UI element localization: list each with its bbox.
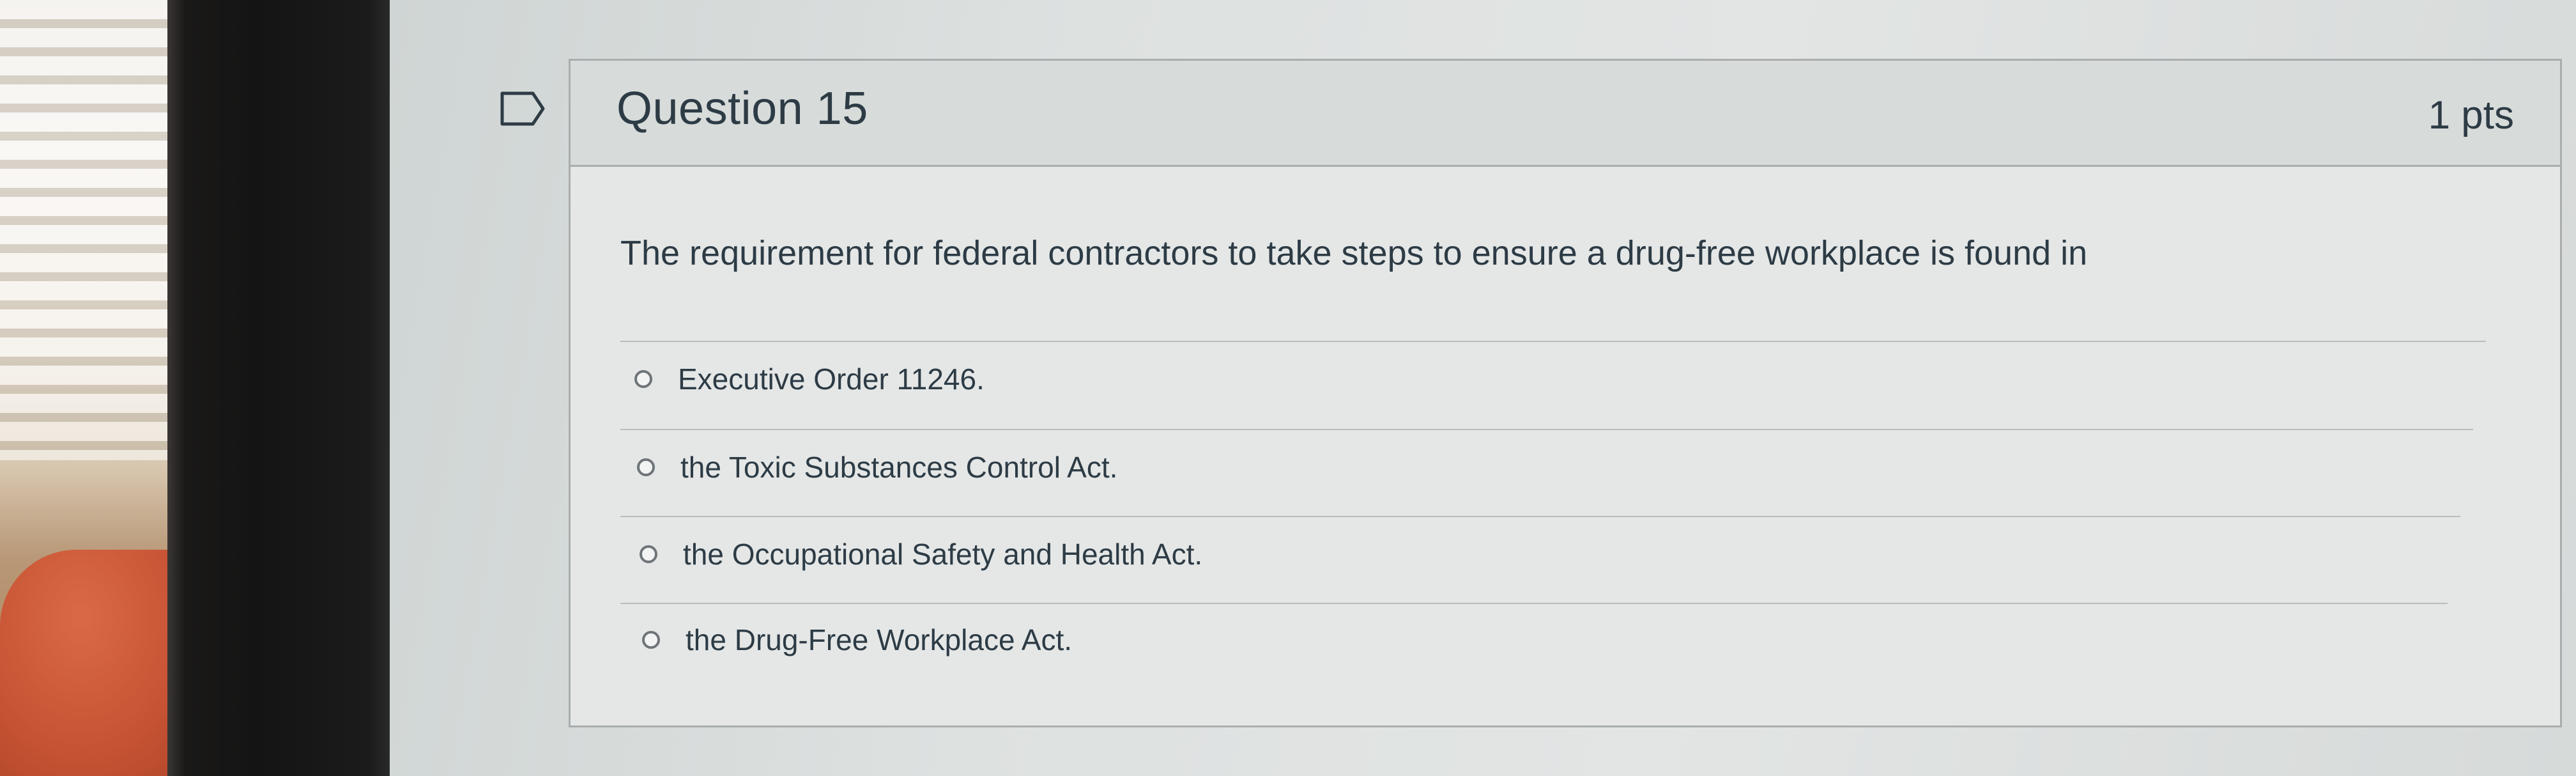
answer-option-4[interactable]: the Drug-Free Workplace Act. bbox=[642, 614, 1072, 665]
monitor-bezel bbox=[167, 0, 391, 776]
question-header: Question 15 1 pts bbox=[571, 61, 2560, 167]
bookmark-flag-icon[interactable] bbox=[500, 91, 546, 127]
question-title: Question 15 bbox=[617, 83, 868, 134]
answer-label: the Occupational Safety and Health Act. bbox=[683, 538, 1203, 571]
answer-divider bbox=[620, 603, 2448, 604]
answer-label: Executive Order 11246. bbox=[678, 362, 985, 396]
radio-button[interactable] bbox=[642, 631, 660, 649]
answer-label: the Toxic Substances Control Act. bbox=[680, 451, 1118, 484]
answer-label: the Drug-Free Workplace Act. bbox=[686, 623, 1073, 656]
answer-option-3[interactable]: the Occupational Safety and Health Act. bbox=[640, 529, 1202, 580]
answer-divider bbox=[620, 341, 2486, 342]
answer-divider bbox=[620, 516, 2460, 517]
blind-slats bbox=[0, 0, 192, 460]
radio-button[interactable] bbox=[640, 545, 657, 563]
radio-button[interactable] bbox=[634, 370, 652, 388]
answer-option-2[interactable]: the Toxic Substances Control Act. bbox=[637, 442, 1117, 493]
answer-divider bbox=[620, 429, 2473, 430]
answer-option-1[interactable]: Executive Order 11246. bbox=[634, 353, 985, 405]
question-card: Question 15 1 pts The requirement for fe… bbox=[569, 59, 2562, 727]
question-points: 1 pts bbox=[2428, 93, 2514, 137]
radio-button[interactable] bbox=[637, 458, 655, 476]
question-text: The requirement for federal contractors … bbox=[620, 234, 2088, 272]
